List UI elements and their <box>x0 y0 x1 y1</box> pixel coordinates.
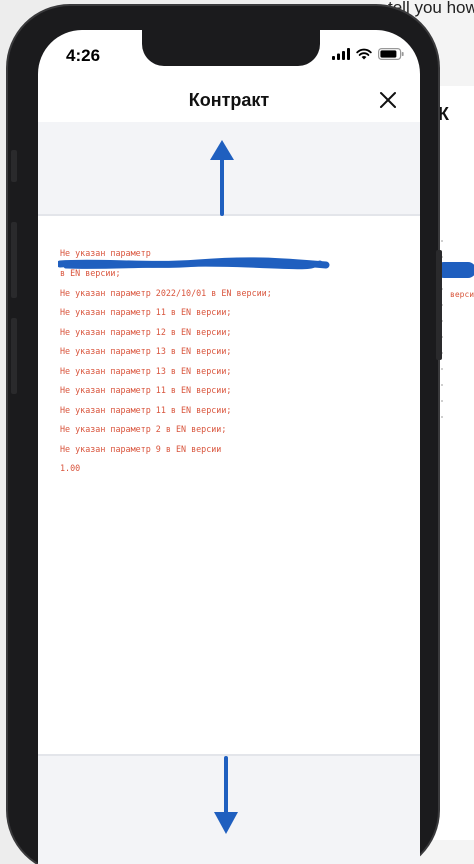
arrow-down-icon <box>214 756 238 834</box>
modal-header: Контракт <box>38 86 420 122</box>
document-line: Не указан параметр 13 в EN версии; <box>60 366 232 376</box>
power-button <box>436 250 442 360</box>
document-line: Не указан параметр 11 в EN версии; <box>60 405 232 415</box>
document-line: Не указан параметр 13 в EN версии; <box>60 346 232 356</box>
camera-notch <box>142 30 320 66</box>
document-line: Не указан параметр 12 в EN версии; <box>60 327 232 337</box>
document-line: 1.00 <box>60 463 81 473</box>
redaction-scribble <box>58 257 330 270</box>
close-icon[interactable] <box>376 88 400 112</box>
background-header-letter: К <box>438 104 449 124</box>
phone-screen: 4:26 Контракт Не указан параметр в EN ве… <box>38 30 420 864</box>
document-line: Не указан параметр 2022/10/01 в EN верси… <box>60 288 272 298</box>
document-line: Не указан параметр 2 в EN версии; <box>60 424 227 434</box>
screenshot-stage: tell you how К версии 4:26 <box>0 0 474 864</box>
document-line: Не указан параметр 9 в EN версии <box>60 444 222 454</box>
arrow-up-icon <box>210 140 234 216</box>
document-line: Не указан параметр 11 в EN версии; <box>60 385 232 395</box>
status-icons <box>332 48 404 60</box>
volume-up-button <box>11 222 17 298</box>
page-title: Контракт <box>188 90 270 110</box>
volume-down-button <box>11 318 17 394</box>
background-snippet: версии <box>450 290 474 299</box>
cellular-signal-icon <box>332 48 350 60</box>
document-line: Не указан параметр 11 в EN версии; <box>60 307 232 317</box>
status-time: 4:26 <box>66 46 101 65</box>
silent-switch <box>11 150 17 182</box>
wifi-icon <box>356 48 372 60</box>
battery-icon <box>378 48 404 60</box>
